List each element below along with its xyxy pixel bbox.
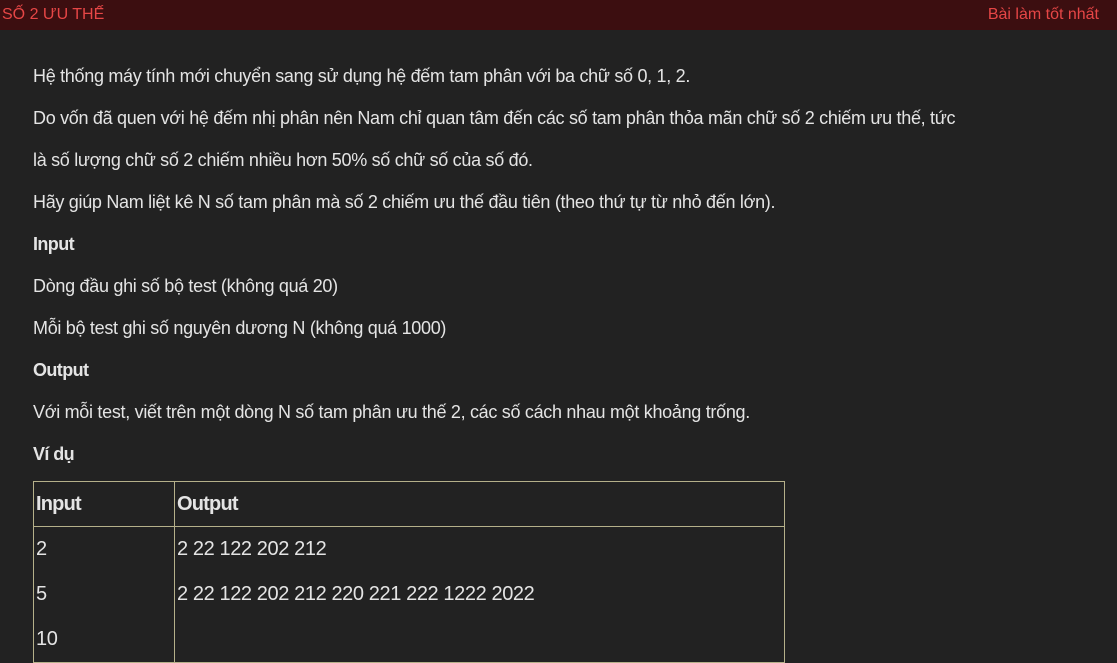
example-output-line: 2 22 122 202 212 [177,538,327,560]
table-header-input: Input [33,481,175,527]
table-row: 2 5 10 2 22 122 202 212 2 22 122 202 212… [33,526,785,663]
statement-paragraph: là số lượng chữ số 2 chiếm nhiều hơn 50%… [33,150,533,170]
input-description: Dòng đầu ghi số bộ test (không quá 20) [33,276,338,296]
example-input-line: 10 [36,628,58,650]
example-table: Input Output 2 5 10 2 22 122 202 212 2 2… [33,481,785,663]
table-header-output: Output [174,481,785,527]
table-header-row: Input Output [33,481,785,527]
problem-title: SỐ 2 ƯU THẾ [2,6,105,23]
example-input-line: 5 [36,583,47,605]
problem-statement: Hệ thống máy tính mới chuyển sang sử dụn… [33,55,1113,475]
statement-paragraph: Hệ thống máy tính mới chuyển sang sử dụn… [33,66,691,86]
top-bar: SỐ 2 ƯU THẾ Bài làm tốt nhất [0,0,1117,30]
input-description: Mỗi bộ test ghi số nguyên dương N (không… [33,318,447,338]
example-output-line [177,617,782,662]
example-input-line: 2 [36,538,47,560]
statement-paragraph: Hãy giúp Nam liệt kê N số tam phân mà số… [33,192,776,212]
example-output-cell: 2 22 122 202 212 2 22 122 202 212 220 22… [174,526,785,663]
example-input-cell: 2 5 10 [33,526,175,663]
statement-paragraph: Do vốn đã quen với hệ đếm nhị phân nên N… [33,108,956,128]
input-heading: Input [33,234,75,254]
best-solution-link[interactable]: Bài làm tốt nhất [988,6,1099,24]
example-heading: Ví dụ [33,444,75,464]
output-description: Với mỗi test, viết trên một dòng N số ta… [33,402,750,422]
output-heading: Output [33,360,89,380]
example-output-line: 2 22 122 202 212 220 221 222 1222 2022 [177,583,535,605]
